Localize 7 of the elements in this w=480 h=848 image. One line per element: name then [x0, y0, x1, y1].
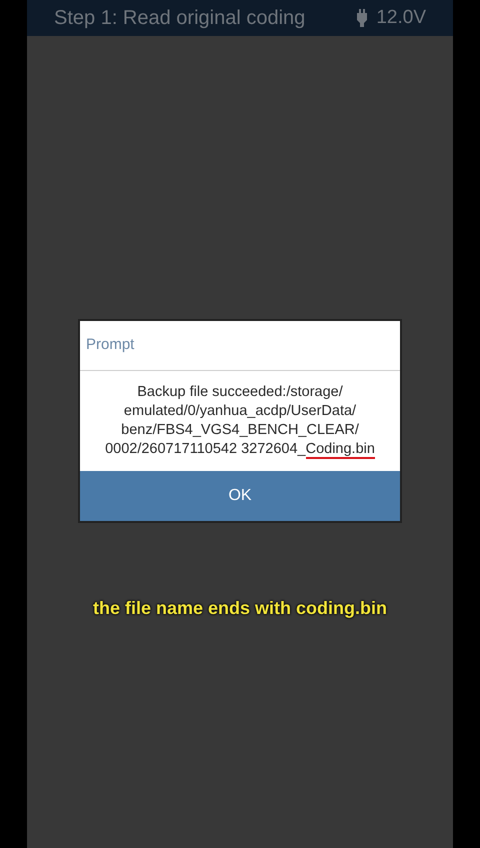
dialog-title: Prompt — [86, 335, 134, 356]
dialog-message: Backup file succeeded:/storage/ emulated/0/yanhua_acdp/UserData/ benz/FBS4_VGS4_BENCH_CLEAR/ 0002/260717110542 3272604_Coding.bin — [104, 383, 376, 459]
caption-text: the file name ends with coding.bin — [92, 597, 388, 620]
plug-icon — [356, 9, 368, 27]
ok-button[interactable]: OK — [80, 471, 400, 521]
screen-title: Step 1: Read original coding — [54, 6, 306, 31]
voltage-reading: 12.0V — [376, 6, 426, 30]
